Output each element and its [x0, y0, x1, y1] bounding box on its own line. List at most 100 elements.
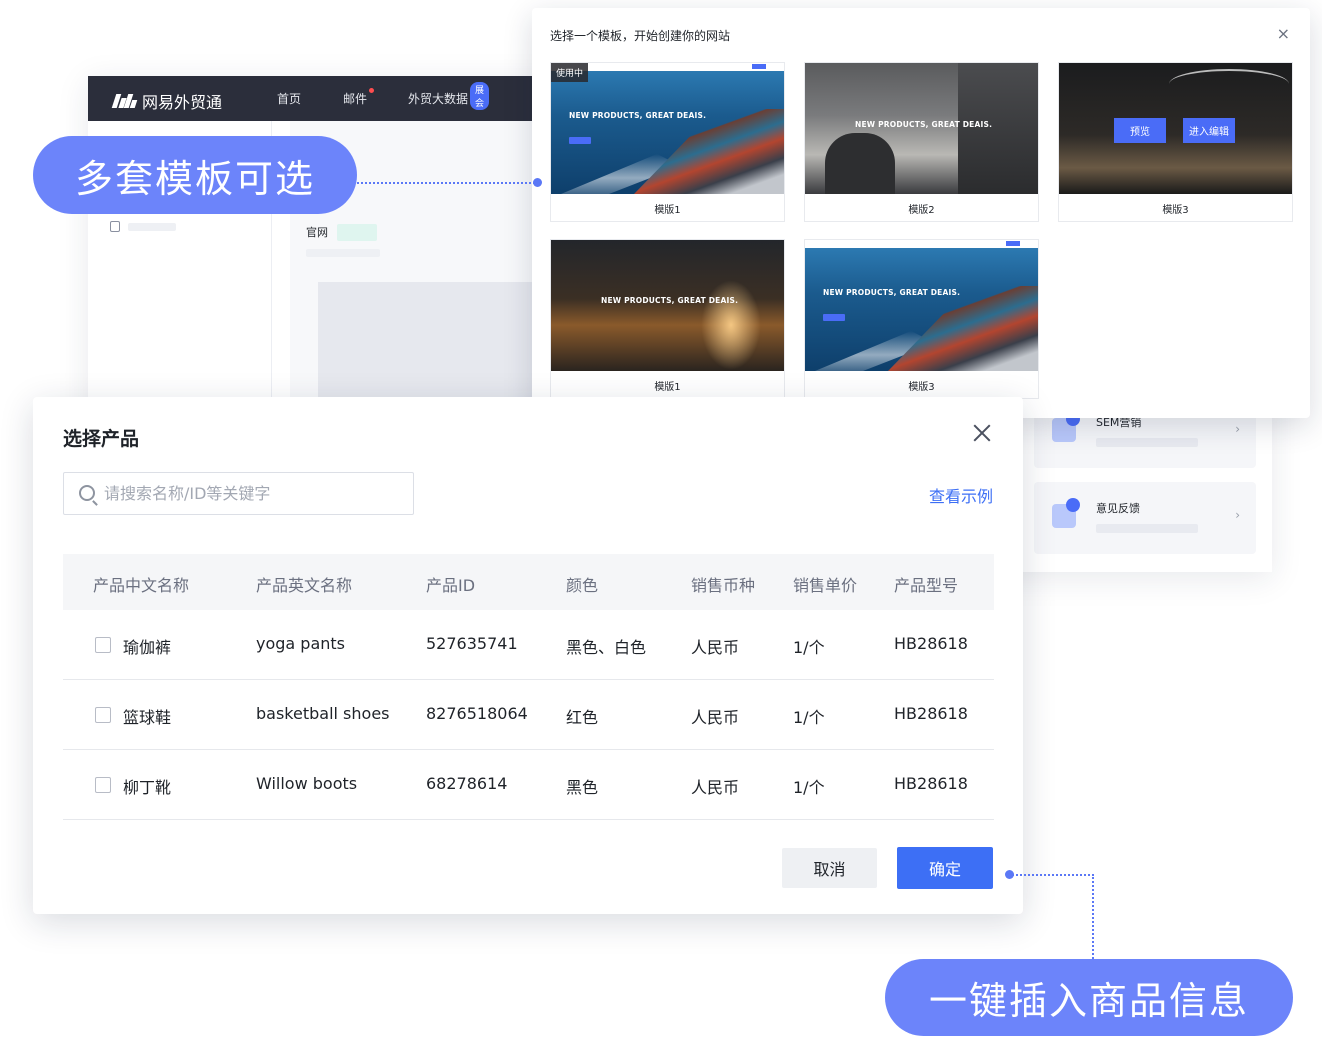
right-panel: SEM营销 › 意见反馈 › [1034, 396, 1272, 572]
cell-en-name: Willow boots [256, 774, 358, 793]
template-card-3[interactable]: 预览 进入编辑 模版3 [1058, 62, 1293, 222]
content-placeholder [306, 249, 380, 257]
close-icon[interactable] [972, 423, 992, 443]
section-label: 官网 [306, 226, 328, 239]
in-use-badge: 使用中 [551, 63, 589, 82]
cell-currency: 人民币 [691, 638, 740, 657]
column-header: 产品英文名称 [256, 576, 353, 595]
top-navbar: 网易外贸通 首页 邮件 外贸大数据 展会 [88, 76, 548, 121]
connector-dot [533, 178, 542, 187]
column-header: 产品型号 [894, 576, 959, 595]
table-row[interactable]: 瑜伽裤 yoga pants 527635741 黑色、白色 人民币 1/个 H… [63, 610, 994, 680]
card-placeholder [1096, 524, 1198, 533]
cancel-button[interactable]: 取消 [782, 848, 877, 888]
dialog-title: 选择产品 [63, 428, 140, 450]
search-box [63, 472, 414, 515]
cell-cn-name: 篮球鞋 [123, 708, 172, 727]
cell-color: 黑色、白色 [566, 638, 647, 657]
hero-text: NEW PRODUCTS, GREAT DEAIS. [601, 296, 739, 305]
light-wave-shape [1169, 69, 1289, 99]
chart-icon [1052, 412, 1080, 442]
row-checkbox[interactable] [95, 637, 111, 653]
template-card-5[interactable]: NEW PRODUCTS, GREAT DEAIS. 模版3 [804, 239, 1039, 399]
confirm-button[interactable]: 确定 [897, 847, 993, 889]
chevron-right-icon: › [1235, 508, 1240, 522]
preview-button[interactable]: 预览 [1114, 118, 1166, 143]
dialog-title: 选择一个模板，开始创建你的网站 [550, 29, 731, 43]
template-label: 模版1 [654, 205, 681, 216]
template-card-2[interactable]: NEW PRODUCTS, GREAT DEAIS. 模版2 [804, 62, 1039, 222]
template-thumbnail: NEW PRODUCTS, GREAT DEAIS. [805, 63, 1038, 194]
cell-model: HB28618 [894, 774, 968, 793]
feedback-icon [1052, 498, 1080, 528]
column-header: 颜色 [566, 576, 599, 595]
template-card-1[interactable]: NEW PRODUCTS, GREAT DEAIS. 使用中 模版1 [550, 62, 785, 222]
hero-button [569, 137, 591, 144]
template-label: 模版3 [1162, 205, 1189, 216]
document-icon [110, 221, 120, 232]
product-table: 产品中文名称 产品英文名称 产品ID 颜色 销售币种 销售单价 产品型号 瑜伽裤… [63, 554, 994, 820]
table-row[interactable]: 柳丁靴 Willow boots 68278614 黑色 人民币 1/个 HB2… [63, 750, 994, 820]
logo-icon [111, 94, 138, 108]
cell-currency: 人民币 [691, 778, 740, 797]
hero-button [823, 314, 845, 321]
app-logo[interactable]: 网易外贸通 [111, 89, 222, 113]
callout-insert: 一键插入商品信息 [885, 959, 1293, 1036]
light-glow [701, 280, 761, 370]
ship-shape [634, 109, 784, 194]
product-picker-dialog: 选择产品 查看示例 产品中文名称 产品英文名称 产品ID 颜色 销售币种 销售单… [33, 397, 1023, 914]
cell-price: 1/个 [793, 778, 825, 797]
nav-trade-data-label: 外贸大数据 [408, 92, 469, 106]
chevron-right-icon: › [1235, 422, 1240, 436]
row-checkbox[interactable] [95, 707, 111, 723]
template-thumbnail: 预览 进入编辑 [1059, 63, 1292, 194]
status-chip [337, 224, 377, 241]
template-thumbnail: NEW PRODUCTS, GREAT DEAIS. 使用中 [551, 63, 784, 194]
connector-line [357, 182, 535, 184]
cell-cn-name: 柳丁靴 [123, 778, 172, 797]
search-input[interactable] [104, 473, 404, 514]
column-header: 产品中文名称 [93, 576, 190, 595]
connector-line [1092, 874, 1094, 959]
column-header: 产品ID [426, 576, 476, 595]
card-feedback[interactable]: 意见反馈 › [1034, 482, 1256, 554]
template-label: 模版2 [908, 205, 935, 216]
cell-id: 527635741 [426, 634, 518, 653]
cell-price: 1/个 [793, 708, 825, 727]
cell-price: 1/个 [793, 638, 825, 657]
close-icon[interactable]: × [1277, 26, 1290, 42]
table-header: 产品中文名称 产品英文名称 产品ID 颜色 销售币种 销售单价 产品型号 [63, 554, 994, 610]
cell-en-name: yoga pants [256, 634, 346, 653]
cell-id: 68278614 [426, 774, 508, 793]
template-card-4[interactable]: NEW PRODUCTS, GREAT DEAIS. 模版1 [550, 239, 785, 399]
edit-button[interactable]: 进入编辑 [1183, 118, 1235, 143]
nav-mail[interactable]: 邮件 [343, 88, 374, 107]
sidebar-placeholder [128, 223, 176, 231]
cell-id: 8276518064 [426, 704, 528, 723]
cell-model: HB28618 [894, 704, 968, 723]
thumb-navbar [805, 240, 1038, 248]
card-title: 意见反馈 [1096, 502, 1140, 515]
table-row[interactable]: 篮球鞋 basketball shoes 8276518064 红色 人民币 1… [63, 680, 994, 750]
cell-color: 红色 [566, 708, 599, 727]
chair-shape [825, 133, 895, 194]
view-example-link[interactable]: 查看示例 [929, 483, 993, 507]
template-picker-dialog: 选择一个模板，开始创建你的网站 × NEW PRODUCTS, GREAT DE… [532, 8, 1310, 418]
column-header: 销售币种 [691, 576, 756, 595]
expo-badge: 展会 [470, 82, 490, 110]
content-placeholder-block [318, 282, 532, 402]
template-label: 模版3 [908, 382, 935, 393]
cell-en-name: basketball shoes [256, 704, 390, 723]
cell-cn-name: 瑜伽裤 [123, 638, 172, 657]
column-header: 销售单价 [793, 576, 858, 595]
hero-text: NEW PRODUCTS, GREAT DEAIS. [569, 111, 707, 120]
nav-mail-label: 邮件 [343, 92, 368, 106]
template-thumbnail: NEW PRODUCTS, GREAT DEAIS. [805, 240, 1038, 371]
row-checkbox[interactable] [95, 777, 111, 793]
ship-shape [888, 286, 1038, 371]
connector-line [1012, 874, 1094, 876]
nav-home[interactable]: 首页 [277, 90, 301, 107]
nav-trade-data[interactable]: 外贸大数据 展会 [408, 82, 490, 110]
cell-color: 黑色 [566, 778, 599, 797]
cell-model: HB28618 [894, 634, 968, 653]
